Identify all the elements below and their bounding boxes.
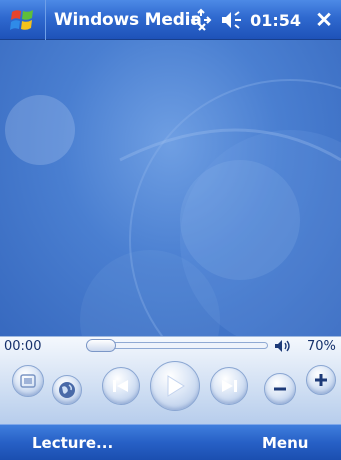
left-softkey[interactable]: Lecture... [32, 425, 113, 460]
previous-icon [113, 380, 128, 392]
web-icon [59, 382, 75, 398]
menu-bar: Lecture... Menu [0, 424, 341, 460]
windows-flag-icon [9, 9, 33, 30]
volume-down-button[interactable] [264, 373, 296, 405]
status-area: 01:54 ✕ [188, 0, 341, 40]
close-button[interactable]: ✕ [307, 0, 341, 40]
previous-button[interactable] [102, 367, 140, 405]
seek-thumb[interactable] [86, 339, 116, 352]
skin-button[interactable] [12, 365, 44, 397]
start-button[interactable] [0, 0, 46, 40]
volume-icon [275, 340, 290, 352]
app-title: Windows Media [54, 9, 202, 30]
title-bar: Windows Media 01:54 ✕ [0, 0, 341, 40]
skin-icon [20, 374, 36, 388]
clock[interactable]: 01:54 [250, 11, 301, 30]
elapsed-time: 00:00 [4, 339, 42, 354]
speaker-icon[interactable] [220, 9, 244, 31]
web-button[interactable] [52, 375, 82, 405]
player-controls: 00:00 70% [0, 336, 341, 424]
close-icon: ✕ [315, 8, 333, 32]
volume-down-icon [274, 387, 286, 391]
connectivity-icon[interactable] [188, 8, 214, 32]
video-area[interactable] [0, 40, 341, 336]
play-icon [167, 375, 185, 397]
volume-up-button[interactable] [306, 365, 336, 395]
video-background-graphic [5, 79, 341, 336]
next-button[interactable] [210, 367, 248, 405]
next-icon [222, 380, 237, 392]
menu-softkey[interactable]: Menu [262, 425, 308, 460]
volume-up-icon [315, 374, 327, 386]
play-button[interactable] [150, 361, 200, 411]
volume-level: 70% [307, 339, 336, 354]
